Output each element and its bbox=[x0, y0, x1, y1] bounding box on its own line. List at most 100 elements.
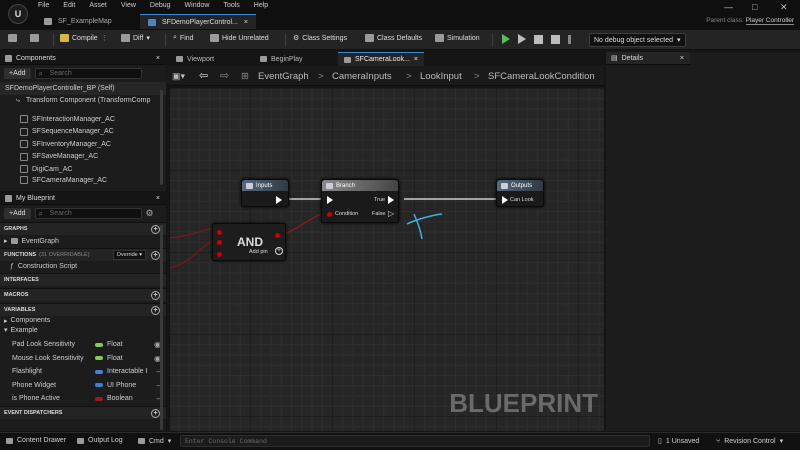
menu-help[interactable]: Help bbox=[254, 2, 268, 9]
options-icon[interactable] bbox=[568, 34, 571, 44]
diff-button[interactable]: Diff ▾ bbox=[121, 34, 150, 42]
menu-window[interactable]: Window bbox=[185, 2, 210, 9]
components-tab[interactable]: Components × bbox=[0, 52, 166, 65]
minimize-button[interactable]: — bbox=[724, 2, 733, 12]
variable-row[interactable]: Pad Look Sensitivity Float ◉ bbox=[0, 338, 166, 352]
component-item[interactable]: SFCameraManager_AC bbox=[0, 176, 166, 185]
back-arrow-icon[interactable]: ⇦ bbox=[199, 69, 208, 82]
breadcrumb-item[interactable]: EventGraph bbox=[258, 71, 309, 82]
stop-icon[interactable] bbox=[551, 34, 560, 44]
add-dispatcher-icon[interactable]: + bbox=[151, 408, 160, 418]
parent-class-link[interactable]: Player Controller bbox=[745, 17, 794, 25]
add-component-button[interactable]: +Add bbox=[4, 68, 31, 79]
console-input[interactable]: Enter Console Command bbox=[180, 435, 650, 447]
browse-button[interactable] bbox=[30, 34, 39, 42]
menu-debug[interactable]: Debug bbox=[150, 2, 171, 9]
variable-row[interactable]: Phone Widget UI Phone ‒ bbox=[0, 379, 166, 393]
component-item[interactable]: SFSaveManager_AC bbox=[0, 151, 166, 164]
and-input-pin[interactable] bbox=[217, 240, 222, 245]
pause-icon[interactable] bbox=[534, 34, 543, 44]
inputs-node[interactable]: Inputs bbox=[241, 179, 289, 207]
revision-control-button[interactable]: ⑂ Revision Control ▾ bbox=[716, 437, 783, 446]
outputs-node[interactable]: Outputs Can Look bbox=[496, 179, 544, 207]
menu-file[interactable]: File bbox=[38, 2, 49, 9]
and-output-pin[interactable] bbox=[275, 233, 280, 238]
my-blueprint-scrollbar[interactable] bbox=[160, 225, 163, 430]
details-tab[interactable]: ▤ Details × bbox=[606, 52, 690, 65]
class-defaults-button[interactable]: Class Defaults bbox=[365, 34, 422, 42]
play-icon[interactable] bbox=[502, 34, 510, 44]
compile-button[interactable]: Compile ⋮ bbox=[60, 34, 108, 42]
component-root[interactable]: SFDemoPlayerController_BP (Self) bbox=[0, 82, 166, 95]
forward-arrow-icon[interactable]: ⇨ bbox=[220, 69, 229, 82]
simulation-button[interactable]: Simulation bbox=[435, 34, 480, 42]
exec-in-pin[interactable] bbox=[327, 196, 333, 204]
variable-category-components[interactable]: ▸ Components bbox=[0, 316, 166, 326]
menu-asset[interactable]: Asset bbox=[89, 2, 107, 9]
condition-pin[interactable] bbox=[327, 212, 332, 217]
variable-category-example[interactable]: ▾ Example bbox=[0, 326, 166, 336]
close-icon[interactable]: × bbox=[156, 55, 160, 62]
true-exec-pin[interactable] bbox=[388, 196, 394, 204]
output-log-button[interactable]: Output Log bbox=[77, 437, 123, 444]
add-member-button[interactable]: +Add bbox=[4, 208, 31, 219]
tab-sfcameralook[interactable]: SFCameraLook... × bbox=[338, 52, 424, 66]
unreal-logo-icon[interactable]: U bbox=[8, 4, 28, 24]
cmd-dropdown[interactable]: Cmd ▾ bbox=[138, 437, 171, 445]
section-graphs[interactable]: GRAPHS + bbox=[0, 222, 166, 235]
override-dropdown[interactable]: Override ▾ bbox=[112, 249, 146, 260]
add-pin-icon[interactable]: + bbox=[275, 247, 283, 255]
step-icon[interactable] bbox=[518, 34, 526, 44]
add-function-icon[interactable]: + bbox=[151, 250, 160, 260]
branch-node[interactable]: Branch True Condition False ▷ bbox=[321, 179, 399, 223]
section-macros[interactable]: MACROS + bbox=[0, 288, 166, 301]
doc-tab-map[interactable]: SF_ExampleMap bbox=[36, 14, 120, 29]
close-icon[interactable]: × bbox=[156, 195, 160, 202]
component-transform[interactable]: ⤷ Transform Component (TransformComp bbox=[0, 95, 166, 108]
graph-menu-icon[interactable]: ▣▾ bbox=[172, 71, 185, 82]
component-item[interactable]: SFSequenceManager_AC bbox=[0, 126, 166, 139]
graph-item-eventgraph[interactable]: ▸ EventGraph bbox=[0, 235, 166, 248]
close-tab-icon[interactable]: × bbox=[414, 56, 418, 63]
and-input-pin[interactable] bbox=[217, 252, 222, 257]
content-drawer-button[interactable]: Content Drawer bbox=[6, 437, 66, 444]
close-window-button[interactable]: ✕ bbox=[780, 2, 788, 13]
menu-edit[interactable]: Edit bbox=[63, 2, 75, 9]
unsaved-indicator[interactable]: ▯ 1 Unsaved bbox=[658, 437, 699, 446]
variable-row[interactable]: Flashlight Interactable I ‒ bbox=[0, 365, 166, 379]
component-item[interactable]: DigiCam_AC bbox=[0, 163, 166, 176]
my-blueprint-tab[interactable]: My Blueprint × bbox=[0, 192, 166, 205]
tab-viewport[interactable]: Viewport bbox=[170, 52, 220, 66]
gear-icon[interactable]: ⚙ bbox=[146, 208, 154, 219]
false-exec-pin[interactable]: ▷ bbox=[388, 209, 394, 218]
hide-unrelated-button[interactable]: Hide Unrelated bbox=[210, 34, 269, 42]
variable-row[interactable]: is Phone Active Boolean ‒ bbox=[0, 392, 166, 406]
components-scrollbar[interactable] bbox=[160, 90, 163, 185]
add-graph-icon[interactable]: + bbox=[151, 225, 160, 234]
breadcrumb-item[interactable]: LookInput bbox=[420, 71, 462, 82]
find-button[interactable]: ⌕ Find bbox=[173, 34, 194, 42]
and-input-pin[interactable] bbox=[217, 230, 222, 235]
component-item[interactable]: SFInventoryManager_AC bbox=[0, 138, 166, 151]
section-event-dispatchers[interactable]: EVENT DISPATCHERS + bbox=[0, 405, 166, 419]
components-search-input[interactable]: Search bbox=[34, 68, 142, 79]
add-macro-icon[interactable]: + bbox=[151, 291, 160, 300]
breadcrumb-item[interactable]: CameraInputs bbox=[332, 71, 392, 82]
section-interfaces[interactable]: INTERFACES bbox=[0, 273, 166, 286]
doc-tab-blueprint[interactable]: SFDemoPlayerControl... × bbox=[140, 14, 256, 29]
section-functions[interactable]: FUNCTIONS (31 OVERRIDABLE) Override ▾ + bbox=[0, 247, 166, 261]
tab-beginplay[interactable]: BeginPlay bbox=[254, 52, 309, 66]
debug-object-select[interactable]: No debug object selected ▾ bbox=[589, 33, 686, 47]
close-tab-icon[interactable]: × bbox=[244, 19, 248, 26]
add-variable-icon[interactable]: + bbox=[151, 306, 160, 315]
function-construction-script[interactable]: ƒ Construction Script bbox=[0, 261, 166, 274]
close-icon[interactable]: × bbox=[680, 55, 684, 62]
maximize-button[interactable]: □ bbox=[752, 2, 757, 12]
my-blueprint-search-input[interactable]: Search bbox=[34, 208, 142, 219]
variable-row[interactable]: Mouse Look Sensitivity Float ◉ bbox=[0, 352, 166, 366]
exec-in-pin[interactable] bbox=[502, 196, 508, 204]
breadcrumb-item[interactable]: SFCameraLookCondition bbox=[488, 71, 598, 82]
save-button[interactable] bbox=[8, 34, 17, 42]
menu-tools[interactable]: Tools bbox=[223, 2, 239, 9]
menu-view[interactable]: View bbox=[121, 2, 136, 9]
